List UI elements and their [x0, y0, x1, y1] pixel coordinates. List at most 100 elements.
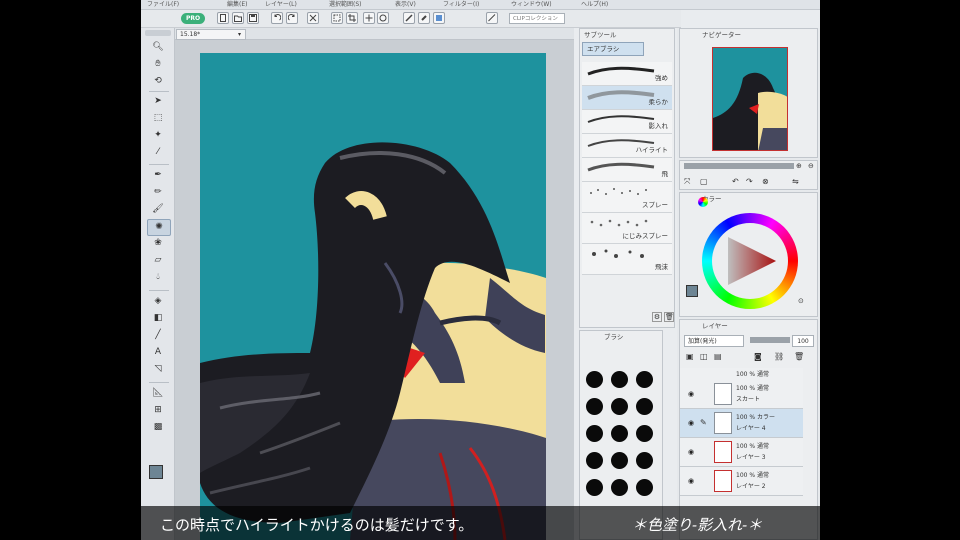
transform-button[interactable]	[331, 12, 343, 24]
brush-tip-item[interactable]	[636, 371, 653, 388]
blend-mode-select[interactable]: 加算(発光)	[684, 335, 744, 347]
brush-fly[interactable]: 飛	[582, 158, 672, 182]
new-raster-layer-icon[interactable]: ▣	[686, 352, 694, 361]
rotate-tool-icon[interactable]: ⟲	[147, 74, 169, 89]
fill-sub-tool-icon[interactable]: ▩	[147, 420, 169, 435]
correct-line-tool-icon[interactable]: ⊞	[147, 403, 169, 418]
new-folder-icon[interactable]: ▤	[714, 352, 722, 361]
fit-view-icon[interactable]: ⤧	[684, 177, 690, 187]
visibility-eye-icon[interactable]: ◉	[688, 390, 694, 398]
brush-spray[interactable]: スプレー	[582, 182, 672, 213]
brush-tip-item[interactable]	[586, 398, 603, 415]
airbrush-tool-icon[interactable]: ✺	[147, 219, 171, 236]
figure-tool-icon[interactable]: ╱	[147, 328, 169, 343]
ruler-button[interactable]	[486, 12, 498, 24]
brush-soft[interactable]: 柔らか	[582, 86, 672, 110]
layer-row[interactable]: ◉ 100 % 通常 レイヤー 3	[680, 438, 803, 467]
brush-tool-icon[interactable]: 🖌︎	[147, 202, 169, 217]
visibility-eye-icon[interactable]: ◉	[688, 448, 694, 456]
menu-view[interactable]: 表示(V)	[395, 0, 416, 10]
text-tool-icon[interactable]: A	[147, 345, 169, 360]
menu-file[interactable]: ファイル(F)	[147, 0, 179, 10]
visibility-eye-icon[interactable]: ◉	[688, 419, 694, 427]
opacity-field[interactable]: 100	[792, 335, 814, 347]
brush-tip-item[interactable]	[611, 479, 628, 496]
pen-tool-icon[interactable]: ✒︎	[147, 168, 169, 183]
navigator-preview[interactable]	[712, 47, 788, 151]
canvas-tab[interactable]: 15.18* ▾	[176, 29, 246, 40]
subtool-delete-icon[interactable]: 🗑︎	[664, 312, 674, 322]
invert-selection-button[interactable]	[377, 12, 389, 24]
reset-rotation-icon[interactable]: ⊗	[762, 177, 769, 186]
auto-select-tool-icon[interactable]: ✦	[147, 128, 169, 143]
artwork-canvas[interactable]	[200, 53, 546, 540]
brush-highlight[interactable]: ハイライト	[582, 134, 672, 158]
visibility-eye-icon[interactable]: ◉	[688, 477, 694, 485]
undo-button[interactable]	[271, 12, 283, 24]
layer-row[interactable]: ◉ 100 % 通常 スカート	[680, 380, 803, 409]
select-tool-icon[interactable]: ⬚	[147, 111, 169, 126]
brush-tip-item[interactable]	[611, 398, 628, 415]
balloon-tool-icon[interactable]: ◹	[147, 362, 169, 377]
new-vector-layer-icon[interactable]: ◫	[700, 352, 708, 361]
brush-tip-item[interactable]	[611, 371, 628, 388]
brush-tip-tab[interactable]: ブラシ	[604, 331, 623, 343]
move-tool-icon[interactable]: ➤	[147, 94, 169, 109]
layer-tab[interactable]: レイヤー	[702, 320, 728, 332]
ruler-tool-icon[interactable]: 📐︎	[147, 386, 169, 401]
saturation-triangle[interactable]	[724, 233, 780, 289]
eraser-tool-icon[interactable]: ▱	[147, 253, 169, 268]
brush-tip-item[interactable]	[636, 398, 653, 415]
zoom-in-icon[interactable]: ⊕	[796, 162, 802, 170]
brush-tip-item[interactable]	[586, 452, 603, 469]
menu-window[interactable]: ウィンドウ(W)	[511, 0, 552, 10]
menu-edit[interactable]: 編集(E)	[227, 0, 247, 10]
brush-strong[interactable]: 強め	[582, 62, 672, 86]
brush-tip-item[interactable]	[586, 371, 603, 388]
brush-tip-item[interactable]	[636, 425, 653, 442]
brush-settings-button[interactable]	[418, 12, 430, 24]
brush-shading[interactable]: 影入れ	[582, 110, 672, 134]
clip-icon[interactable]: ⛓︎	[774, 352, 784, 361]
brush-tip-item[interactable]	[636, 452, 653, 469]
mask-icon[interactable]: ◙	[754, 352, 762, 361]
actual-size-icon[interactable]: ▢	[700, 177, 708, 186]
layer-row-selected[interactable]: ◉ ✎ 100 % カラー レイヤー 4	[680, 409, 803, 438]
fill-tool-icon[interactable]: ◈	[147, 294, 169, 309]
save-button[interactable]	[247, 12, 259, 24]
main-color-swatch[interactable]	[149, 465, 163, 479]
zoom-out-icon[interactable]: ⊖	[808, 162, 814, 170]
tab-dropdown-icon[interactable]: ▾	[238, 30, 241, 40]
brush-tip-item[interactable]	[611, 452, 628, 469]
hand-tool-icon[interactable]: ✋︎	[147, 57, 169, 72]
menu-help[interactable]: ヘルプ(H)	[581, 0, 608, 10]
decoration-tool-icon[interactable]: ❀	[147, 236, 169, 251]
deselect-button[interactable]	[363, 12, 375, 24]
hue-ring[interactable]	[702, 213, 798, 309]
subtool-group-airbrush[interactable]: エアブラシ	[582, 42, 644, 56]
subtool-tab[interactable]: サブツール	[584, 29, 617, 41]
zoom-tool-icon[interactable]: 🔍︎	[147, 40, 169, 55]
palette-grip[interactable]	[145, 30, 171, 36]
menu-selection[interactable]: 選択範囲(S)	[329, 0, 362, 10]
pen-pressure-button[interactable]	[403, 12, 415, 24]
delete-layer-icon[interactable]: 🗑︎	[794, 352, 804, 361]
opacity-slider[interactable]	[750, 337, 790, 343]
brush-tip-item[interactable]	[586, 479, 603, 496]
brush-splash[interactable]: 飛沫	[582, 244, 672, 275]
zoom-slider[interactable]	[684, 163, 794, 169]
brush-blur-spray[interactable]: にじみスプレー	[582, 213, 672, 244]
flip-horizontal-icon[interactable]: ⇋	[792, 177, 799, 186]
brush-tip-item[interactable]	[611, 425, 628, 442]
layer-row[interactable]: ◉ 100 % 通常 レイヤー 2	[680, 467, 803, 496]
clear-button[interactable]	[307, 12, 319, 24]
eyedropper-tool-icon[interactable]: ⁄	[147, 145, 169, 160]
navigator-tab[interactable]: ナビゲーター	[702, 29, 741, 41]
redo-button[interactable]	[286, 12, 298, 24]
new-file-button[interactable]	[217, 12, 229, 24]
pencil-tool-icon[interactable]: ✏︎	[147, 185, 169, 200]
rotate-left-icon[interactable]: ↶	[732, 177, 739, 186]
blend-tool-icon[interactable]: 💧︎	[147, 270, 169, 285]
open-button[interactable]	[232, 12, 244, 24]
color-button[interactable]	[433, 12, 445, 24]
